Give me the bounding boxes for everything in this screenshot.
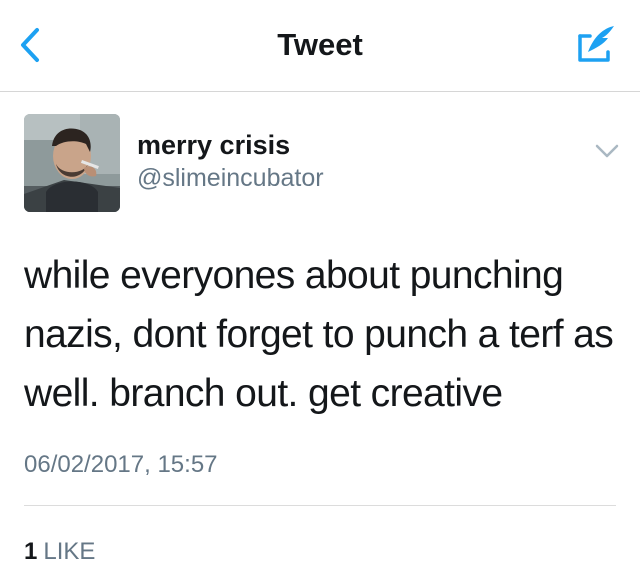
divider [24,505,616,506]
tweet-menu-button[interactable] [590,134,624,168]
chevron-down-icon [595,144,619,158]
tweet-text: while everyones about punching nazis, do… [24,254,614,415]
like-count: 1 [24,538,38,565]
compose-button[interactable] [572,20,620,68]
likes-stat[interactable]: 1 LIKE [24,538,95,566]
like-label: LIKE [43,538,96,565]
profile-photo [24,114,120,212]
avatar[interactable] [24,114,120,212]
tweet-timestamp: 06/02/2017, 15:57 [24,451,218,478]
author-handle[interactable]: @slimeincubator [137,164,324,193]
page-title: Tweet [277,27,363,62]
navigation-bar: Tweet [0,0,640,92]
author-name[interactable]: merry crisis [137,130,290,161]
compose-quill-icon [578,26,614,62]
